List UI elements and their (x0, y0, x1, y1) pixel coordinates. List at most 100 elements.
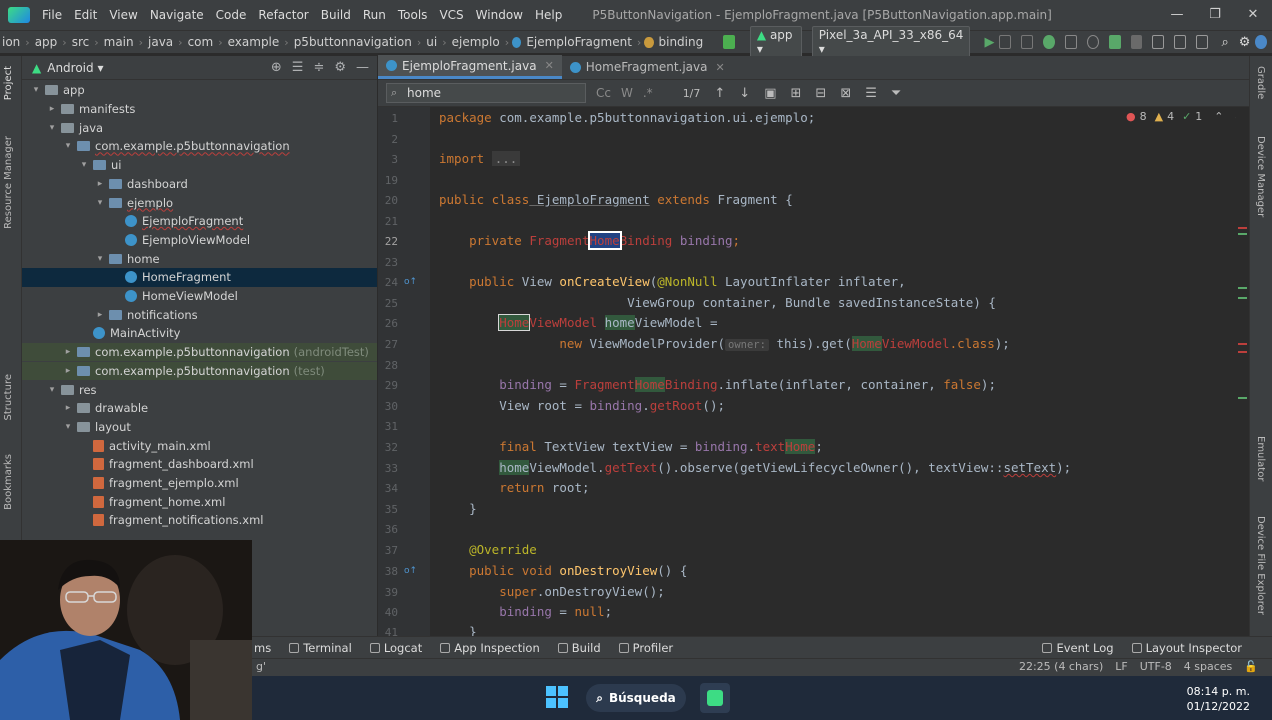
stop-icon[interactable] (1130, 35, 1143, 49)
tree-item[interactable]: activity_main.xml (22, 436, 377, 455)
previous-occurrence-icon[interactable]: ↑ (714, 86, 725, 101)
menu-window[interactable]: Window (470, 0, 529, 30)
sdk-manager-icon[interactable] (1196, 35, 1209, 49)
match-stripe-mark[interactable] (1238, 297, 1247, 299)
close-window-button[interactable]: ✕ (1234, 0, 1272, 30)
find-input[interactable] (386, 83, 586, 103)
error-stripe-mark[interactable] (1238, 343, 1247, 345)
inspection-widget[interactable]: ●8 ▲4 ✓1 ⌃ ⌄ (1126, 110, 1243, 123)
system-clock[interactable]: 08:14 p. m. 01/12/2022 (1187, 684, 1250, 714)
tree-item[interactable]: ▸ notifications (22, 305, 377, 324)
words-toggle[interactable]: W (621, 86, 633, 100)
editor-scrollbar[interactable] (1236, 107, 1249, 636)
add-selection-icon[interactable]: ⊞ (791, 86, 802, 101)
gradle-tool-tab[interactable]: Gradle (1255, 66, 1266, 99)
tree-item[interactable]: ▸ dashboard (22, 175, 377, 194)
expand-all-icon[interactable]: ☰ (292, 60, 304, 75)
tree-item[interactable]: ▸ com.example.p5buttonnavigation (test) (22, 361, 377, 381)
expand-arrow-icon[interactable]: ▾ (94, 254, 106, 264)
close-tab-icon[interactable]: ✕ (716, 61, 725, 74)
regex-toggle[interactable]: .* (643, 86, 653, 100)
options-gear-icon[interactable]: ⚙ (334, 60, 346, 75)
event-log-tool-button[interactable]: Event Log (1042, 641, 1114, 655)
tree-item[interactable]: fragment_notifications.xml (22, 511, 377, 530)
device-manager-icon[interactable] (1174, 35, 1187, 49)
app-inspection-tool-button[interactable]: App Inspection (440, 641, 540, 655)
profiler-tool-button[interactable]: Profiler (618, 641, 673, 655)
open-in-window-icon[interactable]: ☰ (865, 86, 877, 101)
menu-code[interactable]: Code (210, 0, 253, 30)
filter-icon[interactable]: ⏷ (891, 86, 901, 101)
expand-arrow-icon[interactable]: ▾ (46, 123, 58, 133)
error-stripe-mark[interactable] (1238, 351, 1247, 353)
breadcrumb-src[interactable]: src (70, 35, 92, 49)
profile-icon[interactable] (1087, 35, 1100, 49)
attach-debugger-icon[interactable] (1065, 35, 1078, 49)
hammer-icon[interactable] (723, 35, 735, 49)
breadcrumb-project[interactable]: ion (0, 35, 22, 49)
tree-item[interactable]: fragment_home.xml (22, 492, 377, 511)
previous-highlight-icon[interactable]: ⌃ (1214, 110, 1223, 123)
project-view-select[interactable]: Android ▾ (47, 61, 103, 75)
menu-refactor[interactable]: Refactor (252, 0, 314, 30)
problems-tool-button[interactable]: ms (254, 641, 271, 655)
settings-gear-icon[interactable]: ⚙ (1239, 35, 1251, 50)
select-all-occurrences-icon[interactable]: ▣ (764, 86, 776, 101)
breadcrumb-com[interactable]: com (186, 35, 216, 49)
breadcrumb-example[interactable]: example (226, 35, 282, 49)
taskbar-android-studio-icon[interactable] (700, 683, 730, 713)
expand-arrow-icon[interactable]: ▸ (94, 310, 106, 320)
menu-tools[interactable]: Tools (392, 0, 434, 30)
breadcrumb-ui[interactable]: ui (424, 35, 439, 49)
close-tab-icon[interactable]: ✕ (545, 59, 554, 72)
expand-arrow-icon[interactable]: ▾ (30, 85, 42, 95)
caret-position[interactable]: 22:25 (4 chars) (1019, 660, 1103, 673)
app-inspection-icon[interactable] (1109, 35, 1121, 49)
tree-item[interactable]: ▾ ui (22, 156, 377, 175)
tree-item[interactable]: ▾ app (22, 81, 377, 100)
expand-arrow-icon[interactable]: ▾ (62, 422, 74, 432)
tree-item[interactable]: ▾ java (22, 118, 377, 137)
emulator-tool-tab[interactable]: Emulator (1255, 436, 1266, 481)
tree-item[interactable]: ▾ layout (22, 418, 377, 437)
run-configuration-select[interactable]: ▲ app ▾ (749, 26, 802, 58)
code-editor[interactable]: package com.example.p5buttonnavigation.u… (430, 107, 1236, 636)
expand-arrow-icon[interactable]: ▾ (78, 160, 90, 170)
debug-icon[interactable] (1043, 35, 1056, 49)
expand-arrow-icon[interactable]: ▾ (46, 385, 58, 395)
tree-item[interactable]: EjemploFragment (22, 212, 377, 231)
search-icon[interactable]: ⌕ (1221, 35, 1228, 50)
tree-item[interactable]: ▾ com.example.p5buttonnavigation (22, 137, 377, 156)
sync-gradle-icon[interactable] (1152, 35, 1165, 49)
select-all-icon[interactable]: ⊠ (840, 86, 851, 101)
expand-arrow-icon[interactable]: ▸ (46, 104, 58, 114)
expand-arrow-icon[interactable]: ▸ (62, 366, 74, 376)
tree-item[interactable]: ▸ drawable (22, 399, 377, 418)
structure-tool-tab[interactable]: Structure (3, 374, 14, 421)
ide-updates-icon[interactable] (1255, 35, 1268, 49)
menu-view[interactable]: View (103, 0, 143, 30)
device-file-explorer-tool-tab[interactable]: Device File Explorer (1255, 516, 1266, 615)
breadcrumb-field[interactable]: binding (657, 35, 706, 49)
tree-item[interactable]: fragment_ejemplo.xml (22, 474, 377, 493)
taskbar-search-button[interactable]: ⌕ Búsqueda (586, 684, 686, 712)
file-encoding[interactable]: UTF-8 (1140, 660, 1172, 673)
device-manager-tool-tab[interactable]: Device Manager (1255, 136, 1266, 217)
tree-item[interactable]: MainActivity (22, 324, 377, 343)
error-stripe-mark[interactable] (1238, 227, 1247, 229)
tree-item[interactable]: ▸ com.example.p5buttonnavigation (androidT… (22, 342, 377, 362)
menu-help[interactable]: Help (529, 0, 568, 30)
override-marker-icon[interactable]: o↑ (404, 277, 417, 287)
tree-item[interactable]: ▾ ejemplo (22, 193, 377, 212)
menu-navigate[interactable]: Navigate (144, 0, 210, 30)
match-case-toggle[interactable]: Cc (596, 86, 611, 100)
match-stripe-mark[interactable] (1238, 233, 1247, 235)
maximize-button[interactable]: ❐ (1196, 0, 1234, 30)
build-tool-button[interactable]: Build (557, 641, 601, 655)
expand-arrow-icon[interactable]: ▸ (62, 403, 74, 413)
menu-run[interactable]: Run (357, 0, 392, 30)
layout-inspector-tool-button[interactable]: Layout Inspector (1131, 641, 1242, 655)
match-stripe-mark[interactable] (1238, 287, 1247, 289)
tree-item[interactable]: EjemploViewModel (22, 231, 377, 250)
tab-ejemplo-fragment[interactable]: EjemploFragment.java ✕ (378, 55, 562, 79)
